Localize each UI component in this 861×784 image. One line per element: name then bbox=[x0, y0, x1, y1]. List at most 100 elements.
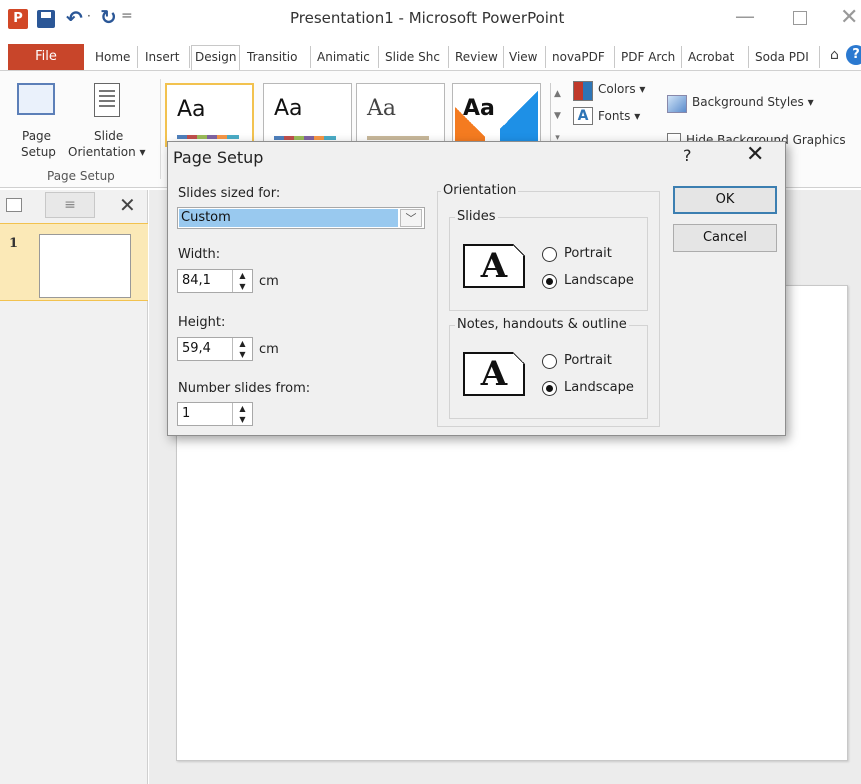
width-value[interactable]: 84,1 bbox=[182, 273, 211, 288]
minimize-button[interactable]: — bbox=[735, 4, 755, 28]
theme-preview-text: Aa bbox=[367, 96, 397, 121]
tab-slide-show[interactable]: Slide Shc bbox=[382, 46, 449, 68]
colors-button[interactable]: Colors ▾ bbox=[598, 82, 645, 96]
tab-transitions[interactable]: Transitio bbox=[244, 46, 311, 68]
number-spin-buttons[interactable]: ▲ ▼ bbox=[232, 403, 252, 425]
width-spinner[interactable]: 84,1 ▲ ▼ bbox=[177, 269, 253, 293]
theme-preview-text: Aa bbox=[463, 96, 495, 121]
notes-portrait-radio[interactable] bbox=[542, 354, 557, 369]
theme-office[interactable]: Aa bbox=[165, 83, 254, 147]
help-icon[interactable]: ? bbox=[846, 45, 861, 65]
slide-thumbnail[interactable] bbox=[39, 234, 131, 298]
theme-accent bbox=[500, 84, 538, 146]
undo-dropdown-icon[interactable]: · bbox=[87, 9, 91, 23]
tab-soda-pdf[interactable]: Soda PDI bbox=[752, 46, 820, 68]
height-spin-buttons[interactable]: ▲ ▼ bbox=[232, 338, 252, 360]
colors-icon[interactable] bbox=[573, 81, 593, 101]
slides-portrait-radio[interactable] bbox=[542, 247, 557, 262]
window-title: Presentation1 - Microsoft PowerPoint bbox=[290, 9, 565, 27]
theme-color-bar bbox=[274, 136, 336, 140]
slide-orientation-label-1[interactable]: Slide bbox=[94, 129, 123, 143]
height-spinner[interactable]: 59,4 ▲ ▼ bbox=[177, 337, 253, 361]
width-spin-buttons[interactable]: ▲ ▼ bbox=[232, 270, 252, 292]
save-icon[interactable] bbox=[37, 10, 55, 28]
slide-orientation-label-2[interactable]: Orientation ▾ bbox=[68, 145, 146, 159]
group-divider bbox=[160, 79, 161, 179]
tab-novapdf[interactable]: novaPDF bbox=[549, 46, 615, 68]
spin-down-icon[interactable]: ▼ bbox=[233, 349, 252, 360]
height-value[interactable]: 59,4 bbox=[182, 341, 211, 356]
fonts-button[interactable]: Fonts ▾ bbox=[598, 109, 640, 123]
page-setup-icon[interactable] bbox=[17, 83, 55, 115]
theme-2[interactable]: Aa bbox=[263, 83, 352, 147]
notes-group-title: Notes, handouts & outline bbox=[455, 317, 629, 332]
tab-view[interactable]: View bbox=[506, 46, 546, 68]
maximize-button[interactable] bbox=[793, 11, 807, 25]
background-styles-button[interactable]: Background Styles ▾ bbox=[692, 95, 814, 109]
customize-qat-icon[interactable]: = bbox=[121, 8, 133, 24]
theme-preview-text: Aa bbox=[274, 96, 303, 121]
slides-landscape-label[interactable]: Landscape bbox=[564, 273, 634, 288]
number-slides-from-label: Number slides from: bbox=[178, 381, 311, 396]
group-page-setup-label: Page Setup bbox=[47, 169, 115, 183]
theme-gallery-scroll[interactable]: ▲ ▼ ▾ bbox=[550, 83, 564, 149]
landscape-orientation-icon: A bbox=[463, 244, 525, 288]
slides-panel: ≡ ✕ 1 bbox=[0, 190, 148, 784]
page-setup-dialog: Page Setup ? ✕ Slides sized for: Custom … bbox=[167, 141, 786, 436]
cancel-button[interactable]: Cancel bbox=[673, 224, 777, 252]
slides-sized-for-label: Slides sized for: bbox=[178, 186, 281, 201]
spin-up-icon[interactable]: ▲ bbox=[233, 403, 252, 414]
tab-acrobat[interactable]: Acrobat bbox=[685, 46, 749, 68]
ok-button[interactable]: OK bbox=[673, 186, 777, 214]
tab-pdf-architect[interactable]: PDF Arch bbox=[618, 46, 682, 68]
spin-up-icon[interactable]: ▲ bbox=[233, 270, 252, 281]
theme-3[interactable]: Aa bbox=[356, 83, 445, 147]
tab-home[interactable]: Home bbox=[92, 46, 138, 68]
page-setup-label-1[interactable]: Page bbox=[22, 129, 51, 143]
theme-preview-text: Aa bbox=[177, 97, 206, 122]
number-slides-from-spinner[interactable]: 1 ▲ ▼ bbox=[177, 402, 253, 426]
ribbon-tabs: File Home Insert Design Transitio Animat… bbox=[0, 40, 861, 70]
slide-thumbnail-row[interactable]: 1 bbox=[0, 223, 148, 301]
scroll-up-icon[interactable]: ▲ bbox=[551, 83, 564, 105]
notes-portrait-label[interactable]: Portrait bbox=[564, 353, 612, 368]
tab-insert[interactable]: Insert bbox=[142, 46, 190, 68]
height-unit: cm bbox=[259, 342, 279, 357]
landscape-orientation-icon: A bbox=[463, 352, 525, 396]
background-styles-icon[interactable] bbox=[667, 95, 687, 113]
slides-portrait-label[interactable]: Portrait bbox=[564, 246, 612, 261]
scroll-down-icon[interactable]: ▼ bbox=[551, 105, 564, 127]
outline-tab-icon[interactable]: ≡ bbox=[45, 192, 95, 218]
slides-landscape-radio[interactable] bbox=[542, 274, 557, 289]
spin-down-icon[interactable]: ▼ bbox=[233, 281, 252, 292]
undo-icon[interactable]: ↶ bbox=[66, 6, 83, 30]
slides-tab-icon[interactable] bbox=[6, 198, 22, 212]
notes-landscape-label[interactable]: Landscape bbox=[564, 380, 634, 395]
powerpoint-app-icon[interactable]: P bbox=[8, 9, 28, 29]
slide-orientation-icon[interactable] bbox=[94, 83, 120, 117]
slides-sized-for-value[interactable]: Custom bbox=[179, 209, 398, 227]
redo-icon[interactable]: ↻ bbox=[100, 5, 117, 29]
minimize-ribbon-icon[interactable]: ⌂ bbox=[830, 47, 839, 63]
dialog-close-icon[interactable]: ✕ bbox=[746, 142, 764, 167]
fonts-icon[interactable]: A bbox=[573, 107, 593, 125]
theme-color-bar bbox=[367, 136, 429, 140]
number-slides-from-value[interactable]: 1 bbox=[182, 406, 190, 421]
slides-sized-for-select[interactable]: Custom ﹀ bbox=[177, 207, 425, 229]
chevron-down-icon[interactable]: ﹀ bbox=[400, 209, 422, 227]
dialog-title: Page Setup bbox=[173, 148, 264, 167]
tab-review[interactable]: Review bbox=[452, 46, 504, 68]
orientation-group-title: Orientation bbox=[441, 183, 519, 198]
notes-landscape-radio[interactable] bbox=[542, 381, 557, 396]
tab-design[interactable]: Design bbox=[191, 45, 240, 70]
theme-4[interactable]: Aa bbox=[452, 83, 541, 147]
close-panel-icon[interactable]: ✕ bbox=[119, 193, 136, 217]
tab-animations[interactable]: Animatic bbox=[314, 46, 379, 68]
spin-up-icon[interactable]: ▲ bbox=[233, 338, 252, 349]
tab-file[interactable]: File bbox=[8, 44, 84, 70]
close-button[interactable]: ✕ bbox=[840, 5, 858, 30]
page-setup-label-2[interactable]: Setup bbox=[21, 145, 56, 159]
spin-down-icon[interactable]: ▼ bbox=[233, 414, 252, 425]
dialog-help-icon[interactable]: ? bbox=[683, 146, 692, 165]
height-label: Height: bbox=[178, 315, 226, 330]
